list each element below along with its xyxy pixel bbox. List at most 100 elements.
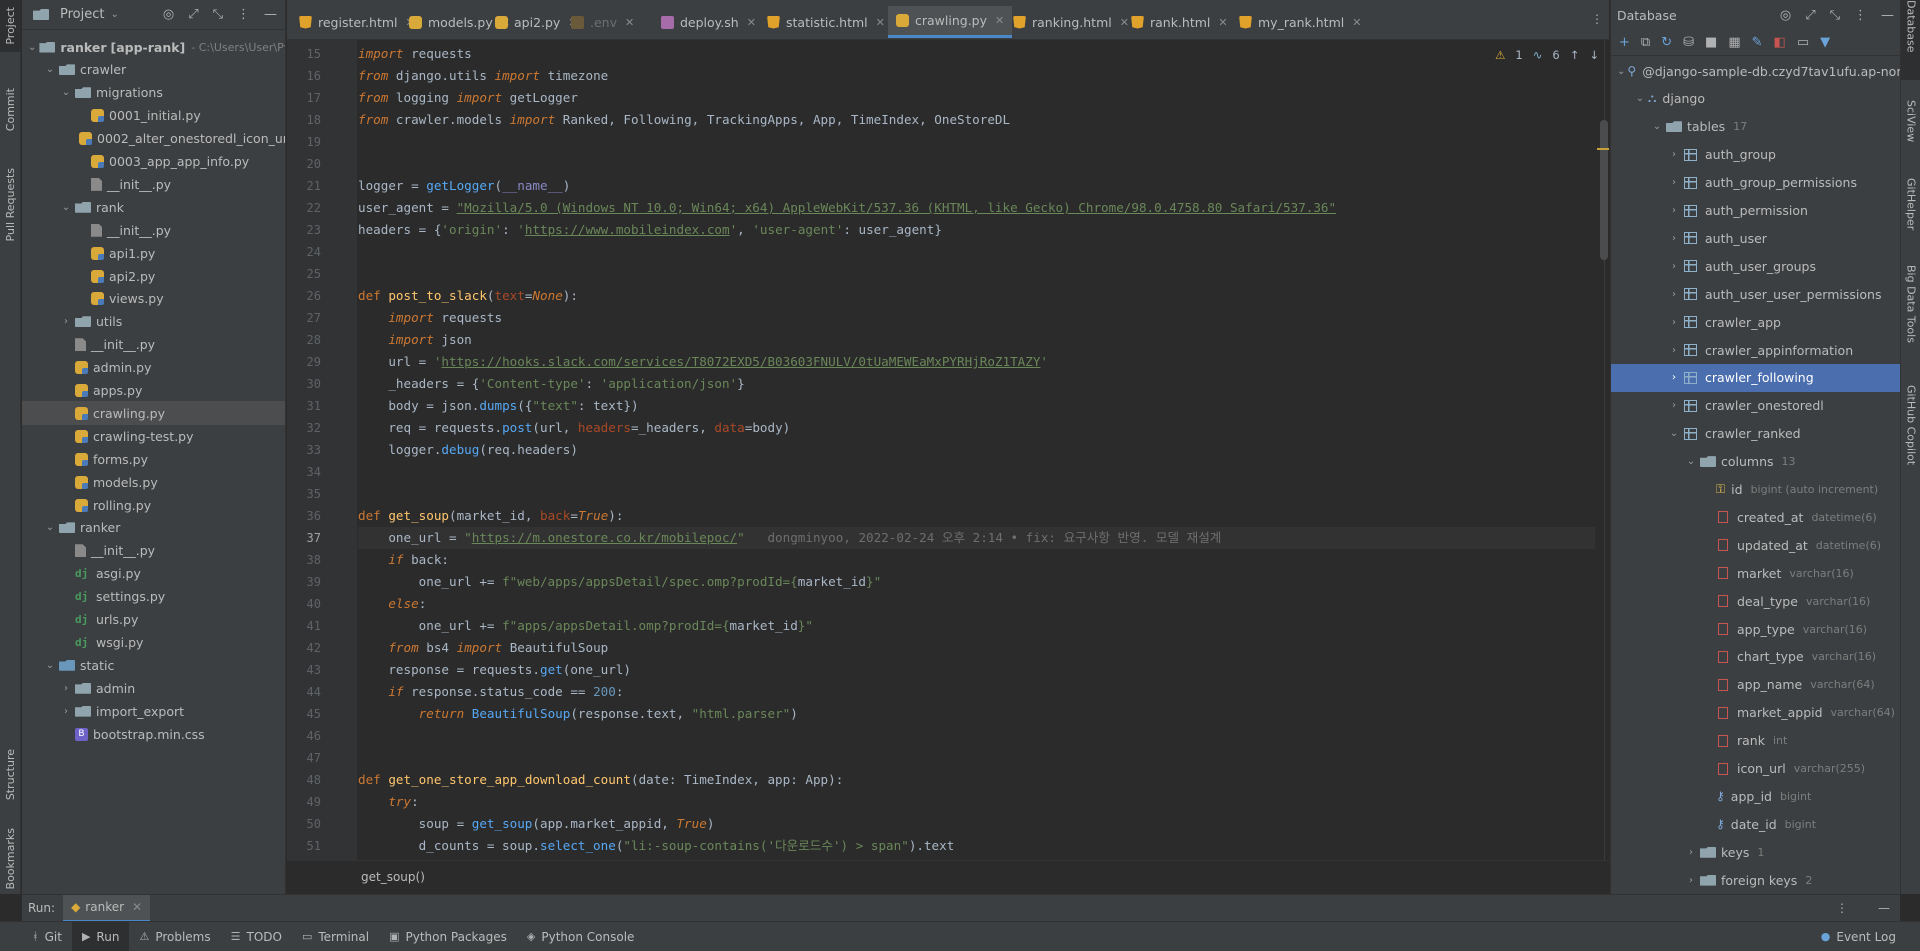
close-icon[interactable]: ✕ (747, 16, 756, 29)
code-line[interactable]: d_counts = soup.select_one("li:-soup-con… (358, 835, 1595, 857)
project-tree-item[interactable]: __init__.py (22, 218, 285, 242)
add-icon[interactable]: + (1619, 35, 1630, 50)
code-line[interactable]: def post_to_slack(text=None): (358, 285, 1595, 307)
stop-icon[interactable]: ■ (1705, 35, 1717, 50)
previous-highlight-icon[interactable]: ↑ (1570, 48, 1580, 62)
more-options-icon[interactable]: ⋮ (1836, 901, 1848, 915)
breadcrumb[interactable]: get_soup() (287, 860, 1609, 894)
code-line[interactable]: import requests (358, 307, 1595, 329)
console-icon[interactable]: ▭ (1797, 35, 1809, 50)
code-line[interactable] (358, 747, 1595, 769)
project-tree-item[interactable]: ⌄ migrations (22, 81, 285, 105)
code-line[interactable] (358, 241, 1595, 263)
close-icon[interactable]: ✕ (132, 900, 142, 914)
code-line[interactable]: logger = getLogger(__name__) (358, 175, 1595, 197)
project-tree-item[interactable]: forms.py (22, 447, 285, 471)
chevron-right-icon[interactable]: › (1668, 177, 1680, 188)
database-tree-item[interactable]: › auth_group_permissions (1611, 169, 1900, 197)
database-tree-item[interactable]: › foreign keys 2 (1611, 866, 1900, 894)
chevron-right-icon[interactable]: › (60, 706, 72, 717)
project-tree-item[interactable]: models.py (22, 470, 285, 494)
code-line[interactable] (358, 725, 1595, 747)
database-tree-item[interactable]: app_name varchar(64) (1611, 671, 1900, 699)
chevron-down-icon[interactable]: ⌄ (1668, 428, 1680, 439)
database-tree-item[interactable]: ⌄ ⛬ django (1611, 85, 1900, 113)
database-tree-item[interactable]: ⌄ tables 17 (1611, 113, 1900, 141)
code-line[interactable]: try: (358, 791, 1595, 813)
code-line[interactable]: one_url += f"web/apps/appsDetail/spec.om… (358, 571, 1595, 593)
project-tree-item[interactable]: › import_export (22, 699, 285, 723)
more-options-icon[interactable]: ⋮ (237, 7, 250, 22)
code-line[interactable]: from bs4 import BeautifulSoup (358, 637, 1595, 659)
project-tree-item[interactable]: api1.py (22, 241, 285, 265)
collapse-all-icon[interactable]: ⤡ (1830, 8, 1840, 23)
edit-source-icon[interactable]: ✎ (1752, 35, 1763, 50)
bottom-tool-python-console[interactable]: ◈ Python Console (517, 922, 645, 951)
project-tree-item[interactable]: ⌄ ranker (22, 516, 285, 540)
database-tree-item[interactable]: › keys 1 (1611, 838, 1900, 866)
code-line[interactable]: if response.status_code == 200: (358, 681, 1595, 703)
project-tree-item[interactable]: 0002_alter_onestoredl_icon_url_a (22, 127, 285, 151)
expand-all-icon[interactable]: ⤢ (188, 7, 198, 22)
schema-icon[interactable]: ⛁ (1683, 35, 1694, 50)
filter-icon[interactable]: ▼ (1820, 35, 1830, 50)
project-tree-item[interactable]: admin.py (22, 356, 285, 380)
database-tree-item[interactable]: › crawler_onestoredl (1611, 392, 1900, 420)
code-line[interactable] (358, 461, 1595, 483)
close-icon[interactable]: ✕ (625, 16, 634, 29)
database-tree-item[interactable]: ⌄ crawler_ranked (1611, 420, 1900, 448)
chevron-right-icon[interactable]: › (1668, 345, 1680, 356)
code-line[interactable]: def get_soup(market_id, back=True): (358, 505, 1595, 527)
project-tree-item[interactable]: 0001_initial.py (22, 104, 285, 128)
project-tree-item[interactable]: dj settings.py (22, 585, 285, 609)
database-tree-item[interactable]: icon_url varchar(255) (1611, 755, 1900, 783)
tool-window-sciview[interactable]: SciView (1901, 100, 1920, 160)
chevron-right-icon[interactable]: › (1685, 847, 1697, 858)
project-tree-item[interactable]: views.py (22, 287, 285, 311)
tool-window-github-copilot[interactable]: GitHub Copilot (1901, 385, 1920, 485)
database-tree-item[interactable]: › auth_user (1611, 224, 1900, 252)
tool-window-bookmarks[interactable]: Bookmarks (0, 826, 21, 892)
database-tree-item[interactable]: created_at datetime(6) (1611, 503, 1900, 531)
project-tree-item[interactable]: apps.py (22, 379, 285, 403)
project-tree-item[interactable]: crawling-test.py (22, 424, 285, 448)
database-tree-item[interactable]: › crawler_app (1611, 308, 1900, 336)
database-tree-item[interactable]: › auth_user_groups (1611, 252, 1900, 280)
collapse-all-icon[interactable]: ⤡ (213, 7, 223, 22)
database-tree-item[interactable]: updated_at datetime(6) (1611, 531, 1900, 559)
minimize-icon[interactable]: — (1881, 8, 1894, 23)
chevron-right-icon[interactable]: › (60, 683, 72, 694)
code-line[interactable]: one_url += f"apps/appsDetail.omp?prodId=… (358, 615, 1595, 637)
project-tree-item[interactable]: ⌄ crawler (22, 58, 285, 82)
code-line[interactable]: import json (358, 329, 1595, 351)
inspection-widget[interactable]: ⚠ 1 ∿ 6 ↑ ↓ (1495, 48, 1599, 62)
close-icon[interactable]: ✕ (1218, 16, 1227, 29)
minimize-icon[interactable]: — (264, 7, 277, 22)
code-line[interactable]: headers = {'origin': 'https://www.mobile… (358, 219, 1595, 241)
code-line[interactable]: from crawler.models import Ranked, Follo… (358, 109, 1595, 131)
code-line[interactable]: _headers = {'Content-type': 'application… (358, 373, 1595, 395)
table-view-icon[interactable]: ▦ (1728, 35, 1740, 50)
code-line[interactable] (358, 131, 1595, 153)
code-line[interactable]: logger.debug(req.headers) (358, 439, 1595, 461)
database-tree-item[interactable]: chart_type varchar(16) (1611, 643, 1900, 671)
bottom-tool-git[interactable]: ᚼ Git (22, 922, 72, 951)
database-tree-item[interactable]: ⚿ id bigint (auto increment) (1611, 476, 1900, 504)
database-tree-item[interactable]: › auth_user_user_permissions (1611, 280, 1900, 308)
refresh-icon[interactable]: ↻ (1661, 35, 1672, 50)
project-tree-item[interactable]: api2.py (22, 264, 285, 288)
tool-window-project[interactable]: Project (0, 0, 21, 52)
code-line[interactable]: if back: (358, 549, 1595, 571)
chevron-right-icon[interactable]: › (1668, 400, 1680, 411)
code-line[interactable]: url = 'https://hooks.slack.com/services/… (358, 351, 1595, 373)
database-tree-item[interactable]: › crawler_appinformation (1611, 336, 1900, 364)
database-tree-item[interactable]: rank int (1611, 727, 1900, 755)
code-line[interactable]: user_agent = "Mozilla/5.0 (Windows NT 10… (358, 197, 1595, 219)
code-line[interactable] (358, 483, 1595, 505)
chevron-down-icon[interactable]: ⌄ (1634, 93, 1646, 104)
next-highlight-icon[interactable]: ↓ (1589, 48, 1599, 62)
project-tree-item[interactable]: ⌄ static (22, 653, 285, 677)
chevron-down-icon[interactable]: ⌄ (1685, 456, 1697, 467)
code-line[interactable]: response = requests.get(one_url) (358, 659, 1595, 681)
chevron-down-icon[interactable]: ⌄ (1617, 66, 1625, 77)
